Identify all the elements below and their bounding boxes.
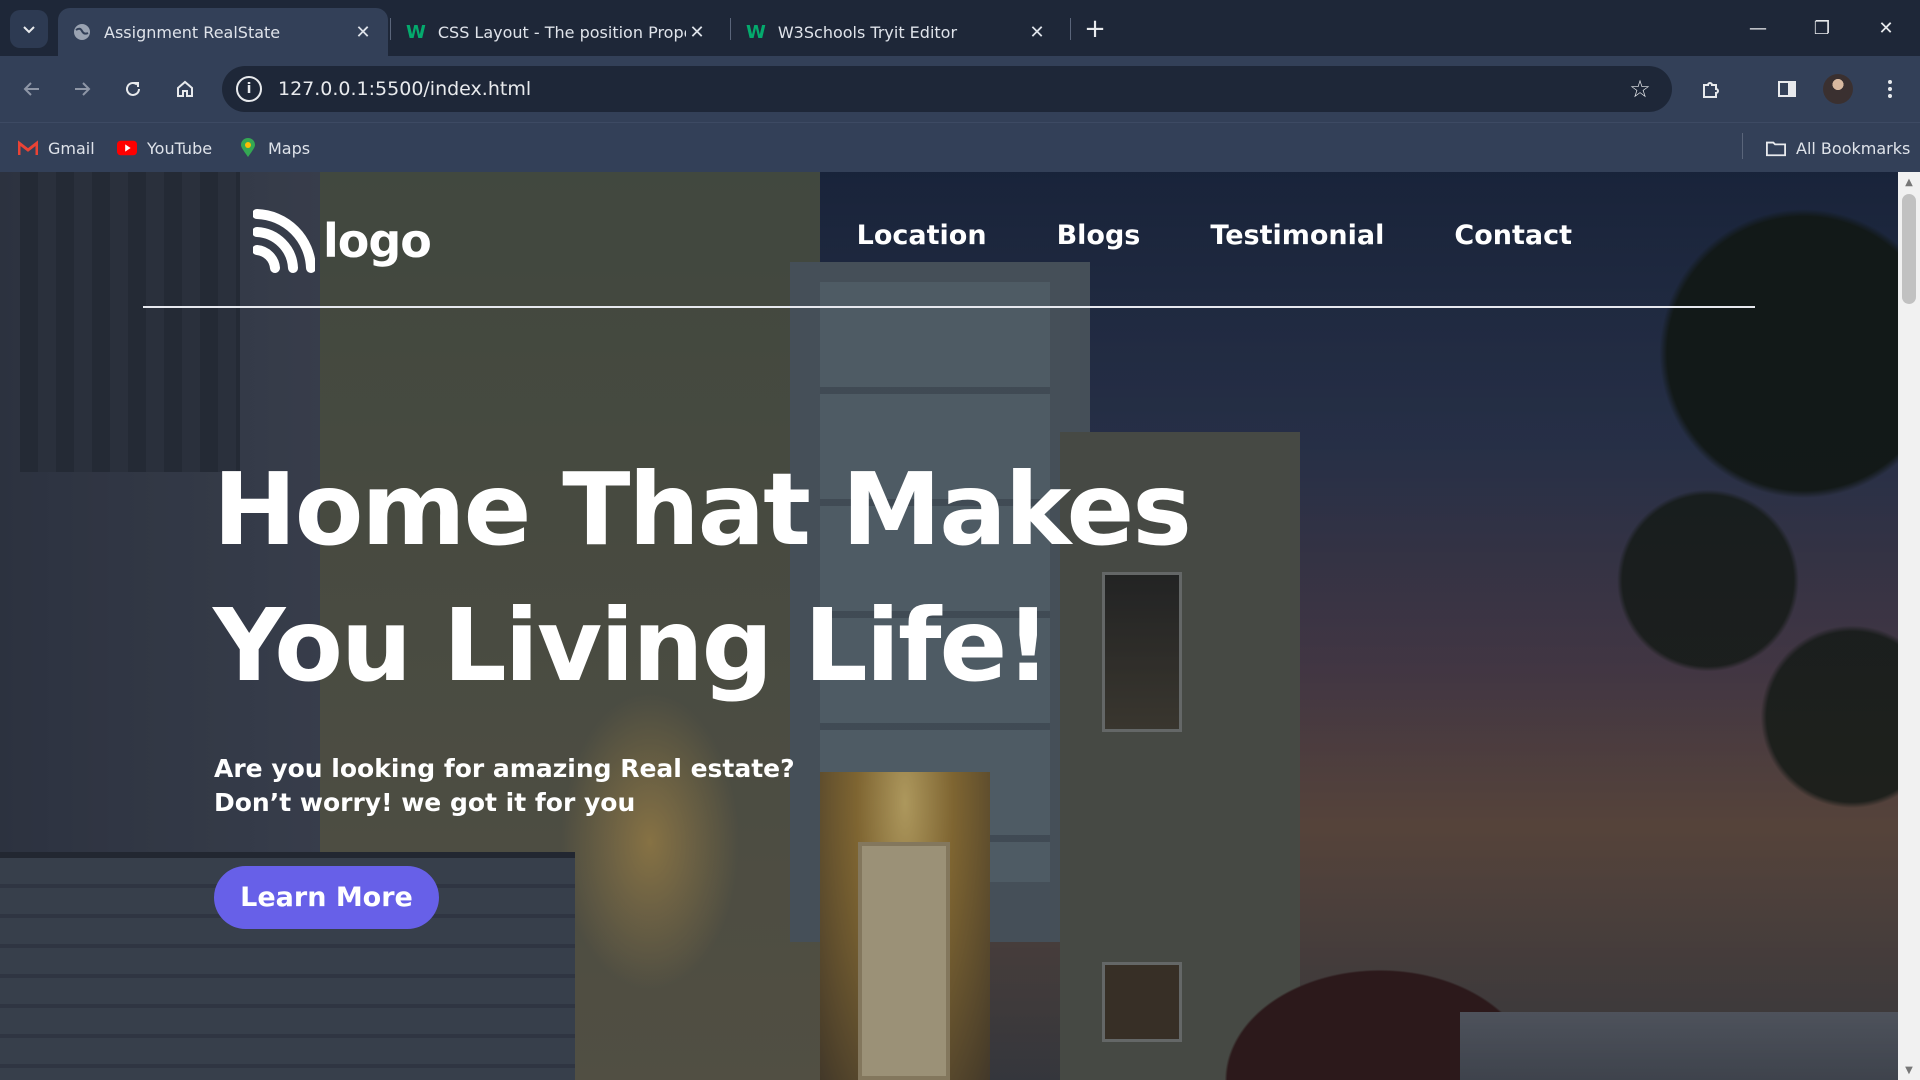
youtube-icon bbox=[117, 138, 137, 158]
chevron-down-icon bbox=[23, 26, 35, 34]
minimize-button[interactable]: — bbox=[1738, 12, 1778, 44]
reload-icon bbox=[126, 81, 140, 96]
scroll-up-icon[interactable]: ▲ bbox=[1903, 176, 1915, 188]
logo-mark-icon bbox=[253, 209, 315, 273]
tab-assignment-realstate[interactable]: Assignment RealState ✕ bbox=[58, 8, 388, 56]
arrow-right-icon bbox=[75, 82, 91, 96]
site-info-icon[interactable]: i bbox=[236, 76, 262, 102]
tab-separator bbox=[1070, 18, 1071, 40]
nav-link-blogs[interactable]: Blogs bbox=[1057, 220, 1141, 251]
nav-link-contact[interactable]: Contact bbox=[1454, 220, 1572, 251]
bookmark-label: YouTube bbox=[147, 138, 213, 158]
close-icon[interactable]: ✕ bbox=[352, 21, 374, 43]
side-panel-icon bbox=[1778, 81, 1796, 97]
w3schools-icon: W bbox=[746, 21, 766, 43]
back-button[interactable] bbox=[14, 71, 50, 107]
scroll-thumb[interactable] bbox=[1902, 194, 1916, 304]
bookmark-youtube[interactable]: YouTube bbox=[117, 123, 212, 173]
bookmark-label: All Bookmarks bbox=[1796, 138, 1911, 158]
puzzle-icon bbox=[1703, 82, 1719, 98]
address-bar[interactable]: i 127.0.0.1:5500/index.html ☆ bbox=[222, 66, 1672, 112]
profile-avatar[interactable] bbox=[1823, 74, 1853, 104]
extensions-button[interactable] bbox=[1694, 72, 1728, 106]
logo-text: logo bbox=[323, 214, 432, 268]
bookmark-label: Maps bbox=[268, 138, 311, 158]
gmail-icon bbox=[18, 138, 38, 158]
nav-link-location[interactable]: Location bbox=[857, 220, 987, 251]
menu-button[interactable] bbox=[1873, 72, 1907, 106]
reload-button[interactable] bbox=[115, 71, 151, 107]
nav-link-testimonial[interactable]: Testimonial bbox=[1210, 220, 1384, 251]
scroll-down-icon[interactable]: ▼ bbox=[1903, 1064, 1915, 1076]
page-viewport: logo Location Blogs Testimonial Contact … bbox=[0, 172, 1898, 1080]
tab-separator bbox=[730, 18, 731, 40]
hero-title-line1: Home That Makes bbox=[213, 451, 1192, 568]
tab-title: W3Schools Tryit Editor bbox=[777, 22, 958, 42]
side-panel-button[interactable] bbox=[1770, 72, 1804, 106]
kebab-menu-icon bbox=[1888, 80, 1892, 98]
bookmarks-divider bbox=[1742, 133, 1743, 159]
bookmark-gmail[interactable]: Gmail bbox=[18, 123, 95, 173]
browser-toolbar: i 127.0.0.1:5500/index.html ☆ bbox=[0, 56, 1920, 122]
hero-title-line2: You Living Life! bbox=[213, 587, 1051, 704]
w3schools-icon: W bbox=[406, 21, 426, 43]
tab-separator bbox=[390, 18, 391, 40]
close-icon[interactable]: ✕ bbox=[686, 21, 708, 43]
tab-search-button[interactable] bbox=[10, 10, 48, 48]
hero-subtitle: Are you looking for amazing Real estate?… bbox=[214, 754, 795, 817]
globe-icon bbox=[74, 24, 90, 40]
all-bookmarks-button[interactable]: All Bookmarks bbox=[1766, 123, 1910, 173]
tab-css-layout[interactable]: W CSS Layout - The position Property ✕ bbox=[392, 8, 722, 56]
learn-more-button[interactable]: Learn More bbox=[214, 866, 439, 929]
site-header: logo Location Blogs Testimonial Contact bbox=[143, 172, 1755, 308]
star-icon[interactable]: ☆ bbox=[1622, 71, 1658, 107]
page-scrollbar[interactable]: ▲ ▼ bbox=[1898, 172, 1920, 1080]
hero-title: Home That Makes You Living Life! bbox=[213, 442, 1213, 714]
forward-button[interactable] bbox=[64, 71, 100, 107]
close-icon[interactable]: ✕ bbox=[1026, 21, 1048, 43]
tab-w3schools-tryit[interactable]: W W3Schools Tryit Editor ✕ bbox=[732, 8, 1062, 56]
url-text[interactable]: 127.0.0.1:5500/index.html bbox=[278, 78, 1622, 100]
site-logo[interactable]: logo bbox=[253, 208, 432, 274]
close-window-button[interactable]: ✕ bbox=[1866, 12, 1906, 44]
home-icon bbox=[177, 80, 193, 97]
bookmarks-bar: Gmail YouTube Maps All Bookmarks bbox=[0, 122, 1920, 172]
home-button[interactable] bbox=[167, 71, 203, 107]
bookmark-maps[interactable]: Maps bbox=[238, 123, 310, 173]
maps-icon bbox=[238, 138, 258, 158]
arrow-left-icon bbox=[23, 82, 39, 96]
new-tab-button[interactable]: + bbox=[1080, 14, 1110, 44]
restore-button[interactable]: ❐ bbox=[1802, 12, 1842, 44]
tab-strip: Assignment RealState ✕ W CSS Layout - Th… bbox=[0, 0, 1920, 56]
tab-title: CSS Layout - The position Property bbox=[437, 22, 686, 42]
folder-icon bbox=[1766, 138, 1786, 158]
main-nav: Location Blogs Testimonial Contact bbox=[787, 220, 1572, 251]
bookmark-label: Gmail bbox=[48, 138, 95, 158]
tab-title: Assignment RealState bbox=[104, 22, 281, 42]
